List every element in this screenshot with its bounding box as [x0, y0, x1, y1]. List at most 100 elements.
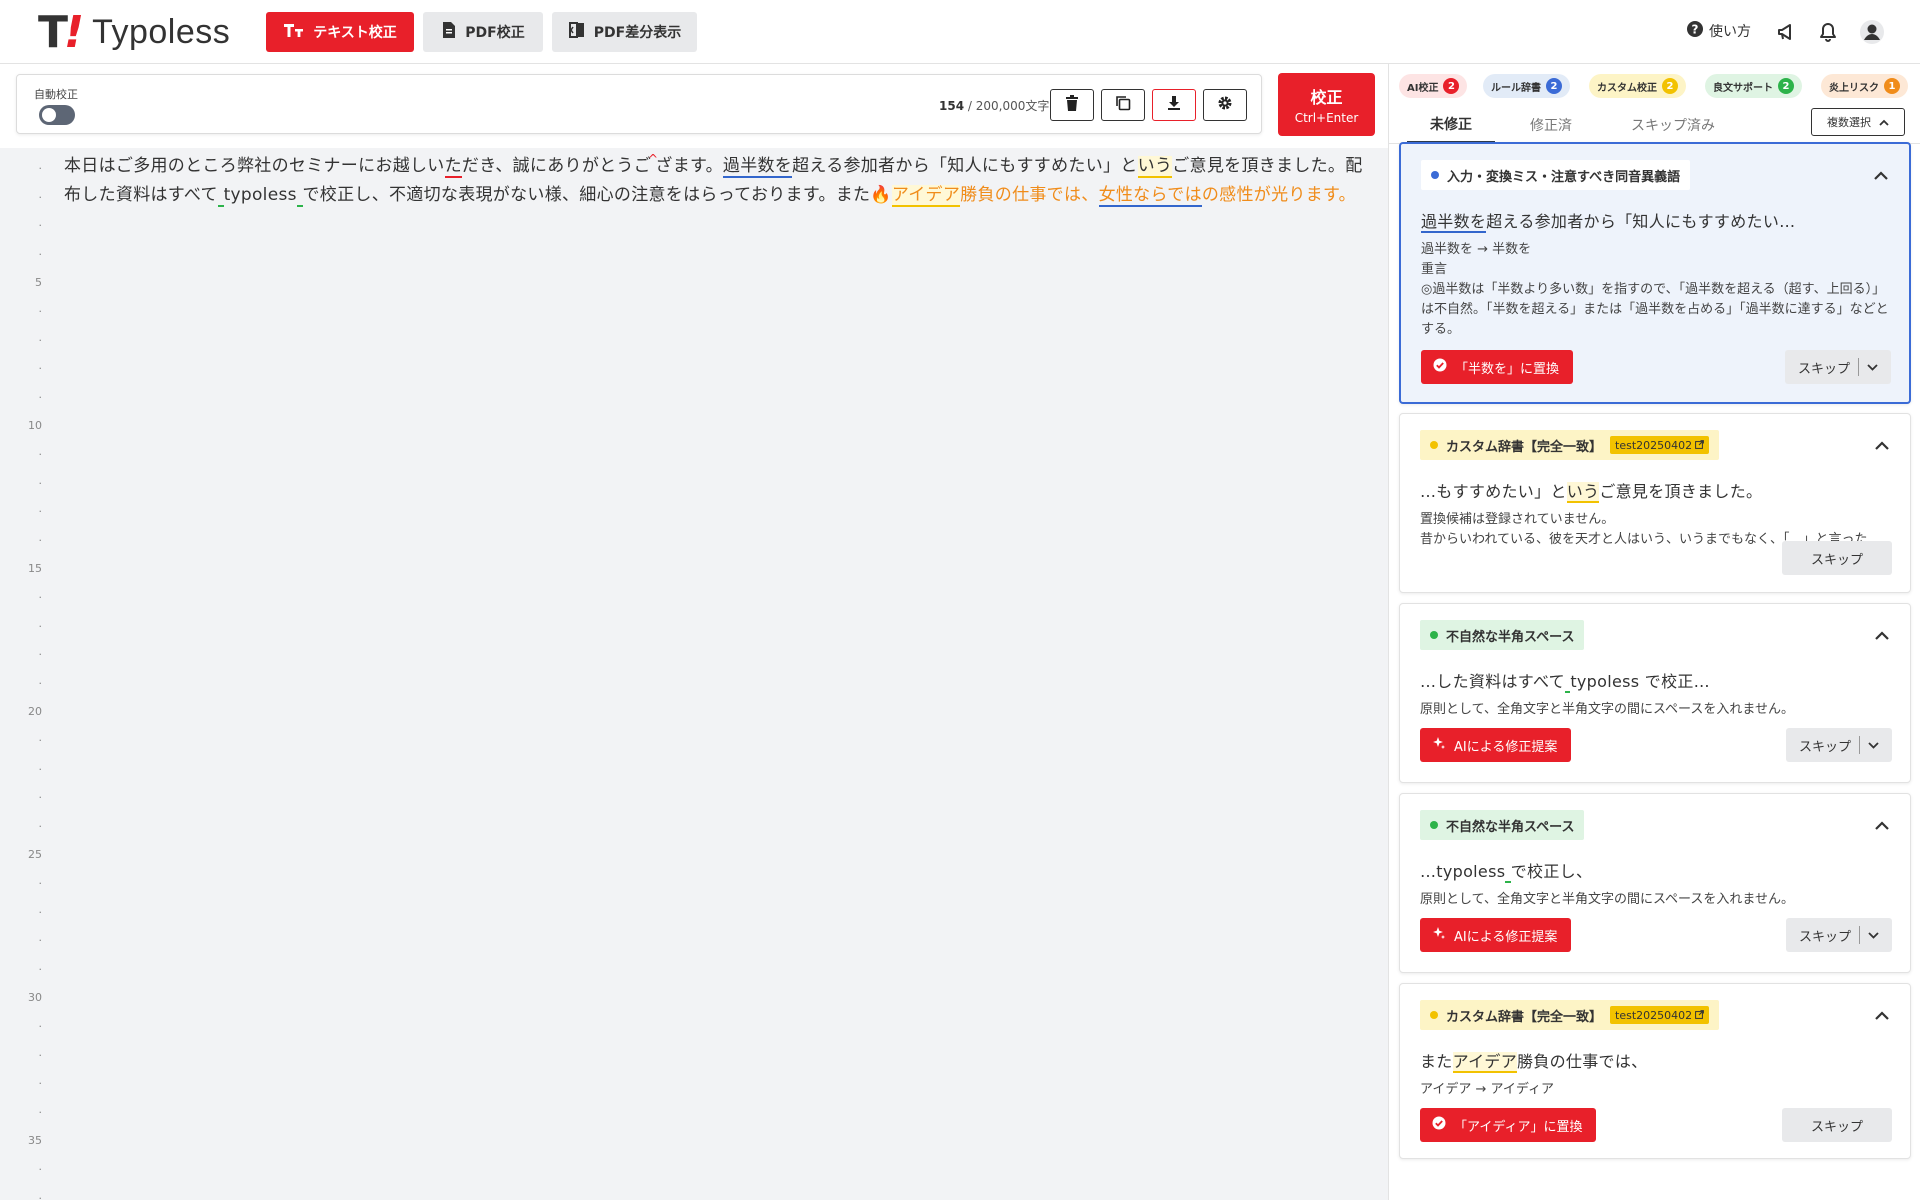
issue-card[interactable]: カスタム辞書【完全一致】 test20250402 …もすすめたい」というご意見…: [1399, 413, 1911, 593]
megaphone-icon[interactable]: [1774, 20, 1798, 44]
help-link[interactable]: ? 使い方: [1686, 20, 1751, 42]
flagged-text[interactable]: 過半数を: [722, 156, 793, 178]
download-button[interactable]: [1152, 89, 1196, 121]
text-segment: typoless: [223, 185, 297, 205]
chevron-up-icon[interactable]: [1872, 816, 1892, 836]
line-dot: ·: [38, 219, 43, 233]
line-dot: ·: [38, 390, 43, 404]
category-rule-dictionary[interactable]: ルール辞書 2: [1483, 74, 1570, 98]
skip-button[interactable]: スキップ: [1782, 541, 1892, 575]
line-dot: ·: [38, 619, 43, 633]
issue-category-tag: 不自然な半角スペース: [1420, 810, 1585, 840]
line-dot: ·: [38, 905, 43, 919]
text-segment: 本日はご多用のところ弊社のセミナーにお越しい: [64, 156, 445, 176]
flagged-text[interactable]: アイデア: [891, 185, 961, 207]
chevron-up-icon[interactable]: [1872, 1006, 1892, 1026]
flagged-text[interactable]: た: [444, 156, 462, 178]
flagged-text[interactable]: 勝負の仕事では、: [960, 185, 1098, 205]
nav-pdf-proofread-button[interactable]: PDF校正: [423, 12, 543, 52]
auto-proofread-label: 自動校正: [34, 88, 78, 101]
issue-category-tag: 不自然な半角スペース: [1420, 620, 1585, 650]
copy-button[interactable]: [1101, 89, 1145, 121]
auto-proofread-toggle[interactable]: [39, 105, 75, 125]
skip-button[interactable]: スキップ: [1786, 728, 1892, 762]
issue-description: 原則として、全角文字と半角文字の間にスペースを入れません。: [1420, 892, 1795, 907]
line-dot: ·: [38, 819, 43, 833]
line-number: 5: [35, 276, 42, 290]
line-dot: ·: [38, 648, 43, 662]
text-segment: ます。: [672, 156, 723, 176]
category-ai-proofread[interactable]: AI校正 2: [1399, 74, 1468, 98]
flagged-text[interactable]: の感性が光ります。: [1202, 185, 1356, 205]
line-dot: ·: [38, 362, 43, 376]
line-dot: ·: [38, 1077, 43, 1091]
tab-fixed[interactable]: 修正済: [1501, 106, 1601, 144]
issue-card[interactable]: 不自然な半角スペース …した資料はすべて typoless で校正… 原則として…: [1399, 603, 1911, 783]
line-dot: ·: [38, 305, 43, 318]
line-number: 20: [28, 705, 42, 719]
line-dot: ·: [38, 934, 43, 948]
nav-text-proofread-button[interactable]: テキスト校正: [266, 12, 414, 52]
download-icon: [1167, 95, 1181, 115]
issue-card[interactable]: 不自然な半角スペース …typoless で校正し、 原則として、全角文字と半角…: [1399, 793, 1911, 973]
line-dot: ·: [38, 1105, 43, 1119]
category-good-writing[interactable]: 良文サポート 2: [1705, 74, 1802, 98]
ai-suggest-button[interactable]: AIによる修正提案: [1420, 918, 1572, 952]
chevron-up-icon: [1879, 116, 1889, 129]
issue-dot: [1430, 821, 1438, 829]
issue-dot: [1430, 631, 1438, 639]
logo-text: Typoless: [92, 12, 231, 51]
replace-button[interactable]: 「アイディア」に置換: [1420, 1108, 1597, 1142]
issue-category-tag: 入力・変換ミス・注意すべき同音異義語: [1421, 160, 1691, 190]
svg-text:?: ?: [1692, 23, 1699, 37]
ai-suggest-button[interactable]: AIによる修正提案: [1420, 728, 1572, 762]
skip-button[interactable]: スキップ: [1786, 918, 1892, 952]
skip-button[interactable]: スキップ: [1782, 1108, 1892, 1142]
flagged-text[interactable]: 女性ならでは: [1098, 185, 1202, 207]
multi-select-button[interactable]: 複数選択: [1811, 108, 1905, 136]
category-custom-proofread[interactable]: カスタム校正 2: [1589, 74, 1686, 98]
text-editor[interactable]: · · · · 5 · · · · 10 · · · · 15 · · · · 20 · · · · 25 · · · · 30 · · · · 3…: [0, 148, 1388, 1200]
tab-skipped[interactable]: スキップ済み: [1611, 106, 1735, 144]
settings-button[interactable]: [1203, 89, 1247, 121]
issue-context: …した資料はすべて typoless で校正…: [1420, 672, 1710, 693]
issue-dot: [1430, 1011, 1438, 1019]
text-tt-icon: [283, 22, 305, 42]
tab-unfixed[interactable]: 未修正: [1407, 106, 1495, 144]
flagged-text[interactable]: いう: [1137, 156, 1173, 178]
typoless-logo[interactable]: T! Typoless: [38, 6, 231, 58]
nav-pdf-diff-button[interactable]: PDF差分表示: [552, 12, 697, 52]
issue-dot: [1431, 171, 1439, 179]
issue-card[interactable]: 入力・変換ミス・注意すべき同音異義語 過半数を超える参加者から「知人にもすすめた…: [1399, 142, 1911, 404]
external-link-icon: [1695, 439, 1705, 452]
app-header: T! Typoless テキスト校正 PDF校正 PDF差分表示 ? 使い方: [0, 0, 1920, 64]
editor-toolbar: 自動校正 154 / 200,000文字: [16, 74, 1262, 134]
chevron-up-icon[interactable]: [1872, 436, 1892, 456]
bell-icon[interactable]: [1816, 20, 1840, 44]
editor-content[interactable]: 本日はご多用のところ弊社のセミナーにお越しいただき、誠にありがとうご^ざます。過…: [64, 152, 1364, 209]
clear-button[interactable]: [1050, 89, 1094, 121]
user-avatar-icon[interactable]: [1858, 18, 1886, 46]
dictionary-link[interactable]: test20250402: [1610, 436, 1710, 454]
replace-button[interactable]: 「半数を」に置換: [1421, 350, 1574, 384]
dictionary-link[interactable]: test20250402: [1610, 1006, 1710, 1024]
flagged-text[interactable]: 🔥: [870, 185, 891, 205]
run-proofread-button[interactable]: 校正 Ctrl+Enter: [1278, 73, 1375, 136]
line-dot: ·: [38, 448, 43, 461]
chevron-up-icon[interactable]: [1872, 626, 1892, 646]
skip-button[interactable]: スキップ: [1785, 350, 1891, 384]
issue-description: 過半数を → 半数を 重言 ◎過半数は「半数より多い数」を指すので、「過半数を超…: [1421, 242, 1889, 337]
line-dot: ·: [38, 505, 43, 519]
sparkle-icon: [1432, 926, 1446, 944]
issue-card[interactable]: カスタム辞書【完全一致】 test20250402 またアイデア勝負の仕事では、…: [1399, 983, 1911, 1159]
line-number: 25: [28, 848, 42, 862]
line-number: 30: [28, 991, 42, 1005]
insert-caret-mark[interactable]: ^: [648, 152, 658, 166]
issue-description: 原則として、全角文字と半角文字の間にスペースを入れません。: [1420, 702, 1795, 717]
chevron-down-icon: [1868, 738, 1879, 753]
category-flame-risk[interactable]: 炎上リスク 1: [1821, 74, 1908, 98]
chevron-up-icon[interactable]: [1871, 166, 1891, 186]
line-number: 35: [28, 1134, 42, 1148]
logo-mark: T!: [38, 6, 84, 58]
trash-icon: [1065, 95, 1079, 115]
